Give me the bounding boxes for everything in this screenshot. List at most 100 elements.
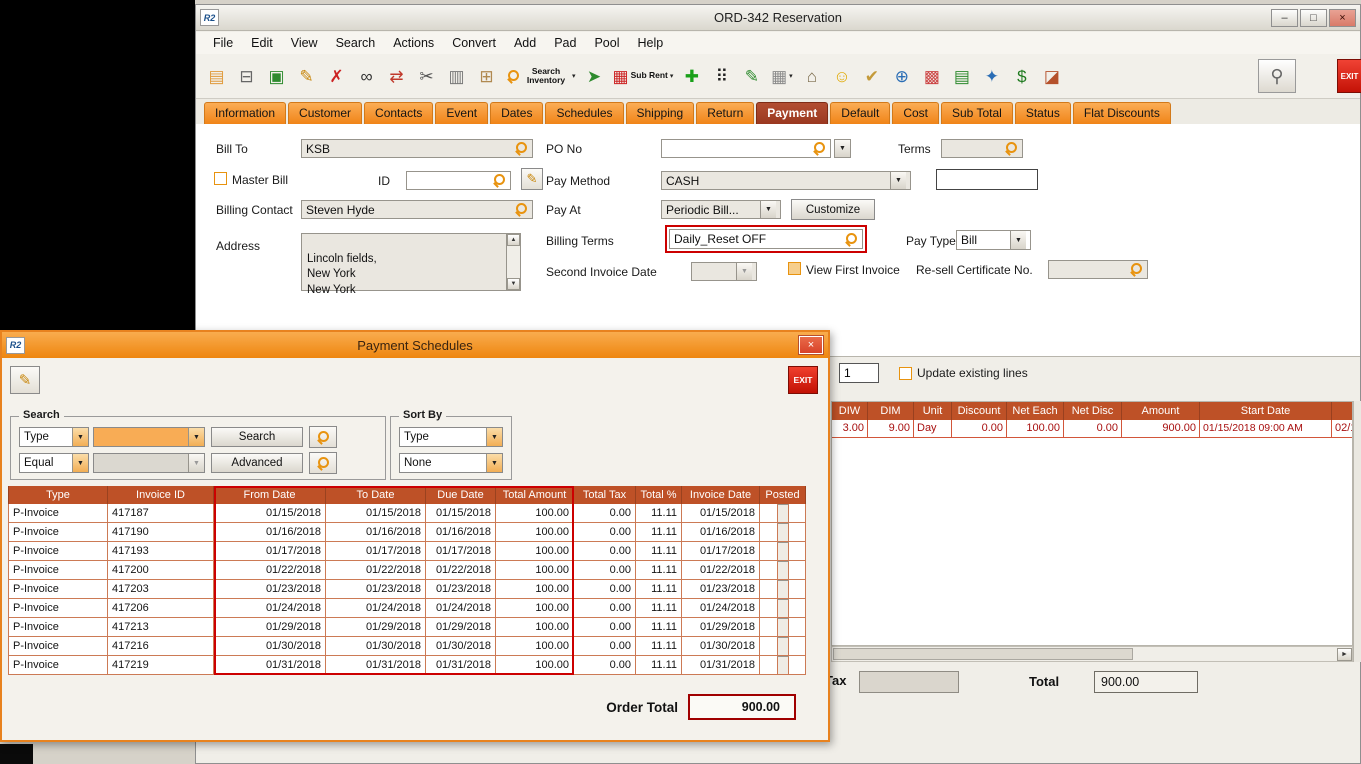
table-row[interactable]: P-Invoice 417187 01/15/2018 01/15/2018 0… — [8, 504, 806, 523]
sort-order-select[interactable]: None ▼ — [399, 453, 503, 473]
search-icon[interactable] — [515, 203, 528, 216]
advanced-search-button[interactable]: Advanced — [211, 453, 303, 473]
close-icon[interactable]: × — [799, 336, 823, 354]
posted-checkbox[interactable] — [777, 504, 789, 523]
column-header[interactable]: DIW — [832, 402, 868, 420]
posted-checkbox[interactable] — [777, 580, 789, 599]
feedback-smiley-icon[interactable]: ☺ ▾ — [829, 60, 854, 92]
search-button[interactable]: Search — [211, 427, 303, 447]
customize-button[interactable]: Customize — [791, 199, 875, 220]
billing-terms-field[interactable]: Daily_Reset OFF — [669, 229, 863, 249]
column-header[interactable]: Type — [8, 486, 108, 504]
menu-item[interactable]: Help — [629, 34, 673, 52]
pay-method-extra-field[interactable] — [936, 169, 1038, 190]
search-icon[interactable] — [845, 233, 858, 246]
po-no-field[interactable] — [661, 139, 831, 158]
chevron-down-icon[interactable]: ▼ — [890, 172, 906, 189]
table-row[interactable]: P-Invoice 417193 01/17/2018 01/17/2018 0… — [8, 542, 806, 561]
menu-item[interactable]: Convert — [443, 34, 505, 52]
table-row[interactable]: P-Invoice 417219 01/31/2018 01/31/2018 0… — [8, 656, 806, 675]
tab[interactable]: Event — [435, 102, 488, 124]
copy-icon[interactable]: ▥ ▾ — [444, 60, 469, 92]
order-total-field[interactable]: 900.00 — [688, 694, 796, 720]
chevron-down-icon[interactable]: ▼ — [1010, 231, 1026, 249]
tab[interactable]: Contacts — [364, 102, 433, 124]
search-icon[interactable] — [1130, 263, 1143, 276]
bill-to-field[interactable]: KSB — [301, 139, 533, 158]
column-header[interactable]: Invoice ID — [108, 486, 214, 504]
column-header[interactable]: From Date — [214, 486, 326, 504]
chevron-down-icon[interactable]: ▼ — [760, 201, 776, 218]
column-header[interactable]: Net Disc — [1064, 402, 1122, 420]
menu-item[interactable]: Pad — [545, 34, 585, 52]
column-header[interactable]: Net Each — [1007, 402, 1064, 420]
export-person-icon[interactable]: ➤ ▾ — [582, 60, 607, 92]
address-field[interactable]: Lincoln fields, New York New York ▲ ▼ — [301, 233, 521, 291]
tab[interactable]: Dates — [490, 102, 543, 124]
billing-contact-field[interactable]: Steven Hyde — [301, 200, 533, 219]
menu-item[interactable]: Actions — [384, 34, 443, 52]
chevron-down-icon[interactable]: ▼ — [72, 428, 88, 446]
posted-checkbox[interactable] — [777, 618, 789, 637]
menu-item[interactable]: File — [204, 34, 242, 52]
id-field[interactable] — [406, 171, 511, 190]
po-no-dropdown-button[interactable]: ▼ — [834, 139, 851, 158]
column-header[interactable]: Total % — [636, 486, 682, 504]
column-header[interactable]: Discount — [952, 402, 1007, 420]
table-row[interactable]: P-Invoice 417216 01/30/2018 01/30/2018 0… — [8, 637, 806, 656]
window-titlebar[interactable]: R2 ORD-342 Reservation – □ × — [196, 5, 1360, 31]
table-row[interactable]: P-Invoice 417200 01/22/2018 01/22/2018 0… — [8, 561, 806, 580]
column-header[interactable]: Due Date — [426, 486, 496, 504]
tab[interactable]: Return — [696, 102, 754, 124]
posted-checkbox[interactable] — [777, 561, 789, 580]
tab[interactable]: Payment — [756, 102, 828, 124]
tab[interactable]: Schedules — [545, 102, 623, 124]
tab[interactable]: Shipping — [626, 102, 695, 124]
paste-icon[interactable]: ⊞ ▾ — [474, 60, 499, 92]
pay-type-combo[interactable]: Bill ▼ — [956, 230, 1031, 250]
organization-icon[interactable]: ⌂ ▾ — [799, 60, 824, 92]
scrollbar-thumb[interactable] — [833, 648, 1133, 660]
scroll-up-icon[interactable]: ▲ — [507, 234, 520, 246]
column-header[interactable]: Start Date — [1200, 402, 1332, 420]
posted-checkbox[interactable] — [777, 523, 789, 542]
table-row[interactable]: P-Invoice 417190 01/16/2018 01/16/2018 0… — [8, 523, 806, 542]
advanced-search-icon-button[interactable] — [309, 452, 337, 474]
table-row[interactable]: P-Invoice 417203 01/23/2018 01/23/2018 0… — [8, 580, 806, 599]
tab[interactable]: Status — [1015, 102, 1071, 124]
new-document-icon[interactable]: ▤ ▾ — [204, 60, 229, 92]
close-icon[interactable]: × — [1329, 9, 1356, 27]
briefcase-icon[interactable]: ◪ ▾ — [1039, 60, 1064, 92]
minimize-button[interactable]: – — [1271, 9, 1298, 27]
search-inventory-button[interactable]: Search Inventory ▾ — [504, 60, 577, 92]
color-cube-icon[interactable]: ▩ ▾ — [919, 60, 944, 92]
notes-edit-icon[interactable]: ✎ ▾ — [739, 60, 764, 92]
column-header[interactable]: To Date — [326, 486, 426, 504]
edit-document-icon[interactable]: ▤ ▾ — [949, 60, 974, 92]
dialog-titlebar[interactable]: R2 Payment Schedules — [2, 332, 828, 358]
view-first-invoice-checkbox[interactable] — [788, 262, 801, 275]
posted-checkbox[interactable] — [777, 656, 789, 675]
column-header[interactable] — [1332, 402, 1353, 420]
search-icon[interactable] — [1005, 142, 1018, 155]
chevron-down-icon[interactable]: ▼ — [486, 454, 502, 472]
calendar-grid-icon[interactable]: ▦ ▾ — [769, 60, 794, 92]
view-icon[interactable]: ∞ ▾ — [354, 60, 379, 92]
tax-field[interactable] — [859, 671, 959, 693]
copies-input[interactable]: 1 — [839, 363, 879, 383]
posted-checkbox[interactable] — [777, 637, 789, 656]
table-row[interactable]: P-Invoice 417213 01/29/2018 01/29/2018 0… — [8, 618, 806, 637]
posted-checkbox[interactable] — [777, 542, 789, 561]
tab[interactable]: Sub Total — [941, 102, 1013, 124]
column-header[interactable]: Total Amount — [496, 486, 574, 504]
pool-icon[interactable]: ⠿ ▾ — [709, 60, 734, 92]
column-header[interactable]: Unit — [914, 402, 952, 420]
menu-item[interactable]: Edit — [242, 34, 282, 52]
key-icon[interactable]: ✦ ▾ — [979, 60, 1004, 92]
chevron-down-icon[interactable]: ▼ — [72, 454, 88, 472]
pay-at-combo[interactable]: Periodic Bill... ▼ — [661, 200, 781, 219]
menu-item[interactable]: Pool — [585, 34, 628, 52]
edit-id-button[interactable]: ✎ — [521, 168, 543, 190]
column-header[interactable]: Amount — [1122, 402, 1200, 420]
save-icon[interactable]: ▣ ▾ — [264, 60, 289, 92]
